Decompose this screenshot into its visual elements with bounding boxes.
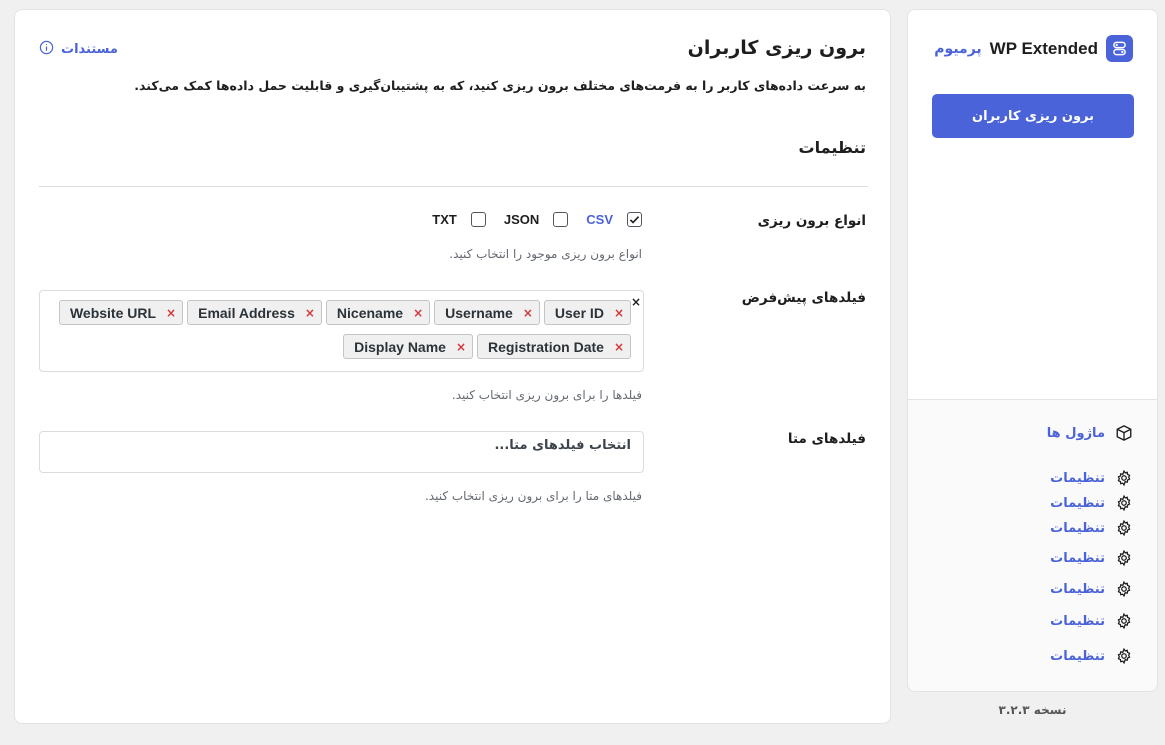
section-title: تنظیمات bbox=[798, 138, 866, 157]
checkbox-box[interactable] bbox=[627, 212, 642, 227]
meta-fields-help: فیلدهای متا را برای برون ریزی انتخاب کنی… bbox=[424, 489, 642, 503]
documentation-label: مستندات bbox=[61, 42, 118, 57]
tags-row: × Registration Date × Display Name bbox=[343, 334, 631, 359]
meta-fields-input[interactable] bbox=[39, 431, 644, 473]
clear-all-button[interactable]: × bbox=[631, 295, 641, 309]
tag-registration-date: × Registration Date bbox=[477, 334, 631, 359]
tag-email-address: × Email Address bbox=[187, 300, 322, 325]
page-title: برون ریزی کاربران bbox=[687, 37, 866, 59]
premium-badge: پرمیوم bbox=[934, 40, 982, 57]
divider bbox=[39, 186, 868, 187]
sidebar-item-settings[interactable]: تنظیمات bbox=[1050, 612, 1133, 630]
remove-tag-button[interactable]: × bbox=[413, 306, 423, 320]
gear-icon bbox=[1115, 580, 1133, 598]
sidebar-item-label: تنظیمات bbox=[1050, 581, 1105, 597]
tag-label: Display Name bbox=[354, 338, 446, 355]
checkbox-csv[interactable]: CSV bbox=[586, 212, 642, 227]
sidebar: پرمیوم WP Extended برون ریزی کاربران ماژ… bbox=[907, 9, 1158, 692]
tag-label: User ID bbox=[554, 304, 604, 321]
sidebar-item-modules[interactable]: ماژول ها bbox=[1047, 424, 1133, 442]
sidebar-item-settings[interactable]: تنظیمات bbox=[1050, 580, 1133, 598]
sidebar-item-settings[interactable]: تنظیمات bbox=[1050, 549, 1133, 567]
brand-name: WP Extended bbox=[989, 38, 1098, 58]
sidebar-item-label: تنظیمات bbox=[1050, 550, 1105, 566]
remove-tag-button[interactable]: × bbox=[166, 306, 176, 320]
version-label: نسخه ۳.۲.۳ bbox=[998, 703, 1067, 717]
tag-website-url: × Website URL bbox=[58, 300, 184, 325]
gear-icon bbox=[1115, 469, 1133, 487]
checkbox-box[interactable] bbox=[553, 212, 569, 227]
tag-label: Username bbox=[445, 304, 513, 321]
tag-label: Registration Date bbox=[488, 338, 604, 355]
sidebar-item-label: تنظیمات bbox=[1050, 613, 1105, 629]
tag-label: Nicename bbox=[336, 304, 404, 321]
checkbox-label: JSON bbox=[503, 212, 540, 227]
checkbox-json[interactable]: JSON bbox=[503, 212, 569, 227]
gear-icon bbox=[1115, 647, 1133, 665]
remove-tag-button[interactable]: × bbox=[305, 306, 315, 320]
cube-icon bbox=[1115, 424, 1133, 442]
sidebar-item-label: ماژول ها bbox=[1046, 425, 1105, 441]
tag-display-name: × Display Name bbox=[343, 334, 474, 359]
documentation-link[interactable]: مستندات bbox=[39, 40, 118, 59]
sidebar-header: پرمیوم WP Extended برون ریزی کاربران bbox=[908, 10, 1157, 400]
tags-row: × User ID × Username × Nicename × Email Addr… bbox=[58, 300, 631, 325]
meta-fields-label: فیلدهای متا bbox=[787, 431, 866, 447]
tag-user-id: × User ID bbox=[543, 300, 631, 325]
page-description: به سرعت داده‌های کاربر را به فرمت‌های مخ… bbox=[134, 78, 866, 93]
export-users-nav-button[interactable]: برون ریزی کاربران bbox=[932, 94, 1134, 138]
sidebar-item-settings[interactable]: تنظیمات bbox=[1050, 469, 1133, 487]
checkbox-box[interactable] bbox=[470, 212, 486, 227]
sidebar-item-label: تنظیمات bbox=[1050, 648, 1105, 664]
gear-icon bbox=[1115, 519, 1133, 537]
main-panel: برون ریزی کاربران مستندات به سرعت داده‌ه… bbox=[14, 9, 891, 724]
tag-nicename: × Nicename bbox=[325, 300, 431, 325]
checkbox-txt[interactable]: TXT bbox=[432, 212, 486, 227]
info-icon bbox=[39, 40, 54, 59]
tag-username: × Username bbox=[434, 300, 540, 325]
remove-tag-button[interactable]: × bbox=[614, 340, 624, 354]
export-types-options: CSV JSON TXT bbox=[432, 212, 642, 227]
gear-icon bbox=[1115, 494, 1133, 512]
export-types-help: انواع برون ریزی موجود را انتخاب کنید. bbox=[449, 247, 642, 261]
remove-tag-button[interactable]: × bbox=[456, 340, 466, 354]
checkbox-label: TXT bbox=[432, 212, 457, 227]
sidebar-item-label: تنظیمات bbox=[1050, 520, 1105, 536]
remove-tag-button[interactable]: × bbox=[614, 306, 624, 320]
checkmark-icon bbox=[629, 216, 640, 224]
default-fields-select[interactable]: × × User ID × Username × Nicename × Email Ad… bbox=[39, 290, 644, 372]
export-types-label: انواع برون ریزی bbox=[757, 213, 866, 229]
sidebar-item-label: تنظیمات bbox=[1050, 470, 1105, 486]
sidebar-item-settings[interactable]: تنظیمات bbox=[1050, 494, 1133, 512]
brand: پرمیوم WP Extended bbox=[934, 35, 1133, 62]
sidebar-item-settings[interactable]: تنظیمات bbox=[1050, 647, 1133, 665]
checkbox-label: CSV bbox=[586, 212, 613, 227]
gear-icon bbox=[1115, 612, 1133, 630]
tag-label: Email Address bbox=[198, 304, 295, 321]
sidebar-item-label: تنظیمات bbox=[1050, 495, 1105, 511]
tag-label: Website URL bbox=[69, 304, 157, 321]
remove-tag-button[interactable]: × bbox=[523, 306, 533, 320]
default-fields-label: فیلدهای پیش‌فرض bbox=[741, 290, 866, 306]
brand-logo-icon bbox=[1106, 35, 1133, 62]
gear-icon bbox=[1115, 549, 1133, 567]
sidebar-item-settings[interactable]: تنظیمات bbox=[1050, 519, 1133, 537]
default-fields-help: فیلدها را برای برون ریزی انتخاب کنید. bbox=[451, 388, 642, 402]
